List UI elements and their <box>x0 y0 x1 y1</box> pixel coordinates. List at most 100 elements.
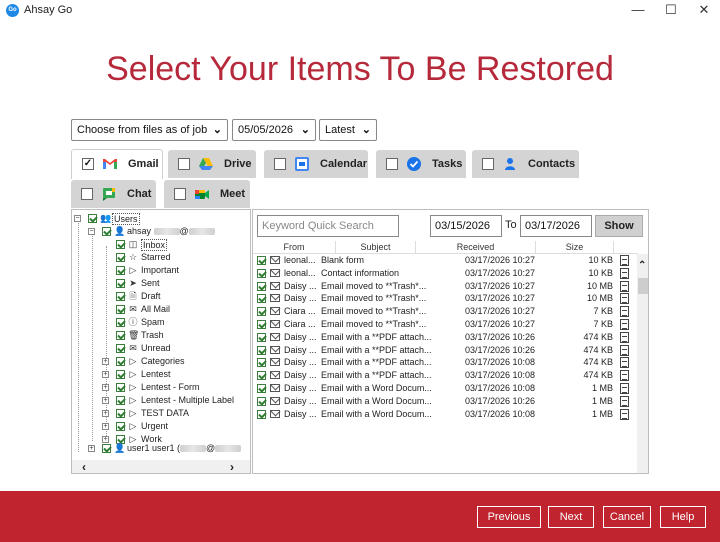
folder-checkbox[interactable] <box>116 422 125 431</box>
tab-drive[interactable]: Drive <box>168 150 256 178</box>
folder-checkbox[interactable] <box>116 279 125 288</box>
folder-checkbox[interactable] <box>116 253 125 262</box>
meet-checkbox[interactable] <box>174 188 186 200</box>
table-row[interactable]: Daisy ... Email moved to **Trash*... 03/17… <box>253 280 638 293</box>
scrollbar-thumb[interactable] <box>638 278 648 294</box>
row-checkbox[interactable] <box>257 294 266 304</box>
tasks-checkbox[interactable] <box>386 158 398 170</box>
drive-checkbox[interactable] <box>178 158 190 170</box>
tree-folder-lentest-form[interactable]: + ▷ Lentest - Form <box>102 381 247 394</box>
table-row[interactable]: Ciara ... Email moved to **Trash*... 03/17… <box>253 318 638 331</box>
scroll-right-icon[interactable]: › <box>230 460 234 473</box>
tree-folder-unread[interactable]: ✉ Unread <box>102 342 247 355</box>
row-checkbox[interactable] <box>257 396 266 406</box>
gmail-checkbox[interactable]: ✓ <box>82 158 94 170</box>
table-row[interactable]: Daisy ... Email with a Word Docum... 03/17… <box>253 408 638 421</box>
preview-icon[interactable] <box>620 293 629 305</box>
folder-checkbox[interactable] <box>116 240 125 249</box>
column-header-size[interactable]: Size <box>536 241 614 254</box>
expand-icon[interactable]: + <box>102 423 109 430</box>
folder-checkbox[interactable] <box>116 409 125 418</box>
cancel-button[interactable]: Cancel <box>603 506 651 528</box>
tree-folder-lentest-multiple-label[interactable]: + ▷ Lentest - Multiple Label <box>102 394 247 407</box>
user-checkbox[interactable] <box>102 227 111 236</box>
expand-icon[interactable]: + <box>102 410 109 417</box>
tree-row-user[interactable]: − 👤 ahsay @ <box>88 225 248 238</box>
version-select[interactable]: Latest ⌄ <box>319 119 377 141</box>
chat-checkbox[interactable] <box>81 188 93 200</box>
tree-folder-lentest[interactable]: + ▷ Lentest <box>102 368 247 381</box>
row-checkbox[interactable] <box>257 409 266 419</box>
table-row[interactable]: Daisy ... Email with a Word Docum... 03/17… <box>253 395 638 408</box>
folder-checkbox[interactable] <box>116 305 125 314</box>
expand-icon[interactable]: + <box>88 445 95 452</box>
table-row[interactable]: leonal... Contact information 03/17/2026 1… <box>253 267 638 280</box>
tree-folder-important[interactable]: ▷ Important <box>102 264 247 277</box>
collapse-icon[interactable]: − <box>88 228 95 235</box>
table-row[interactable]: Daisy ... Email with a Word Docum... 03/17… <box>253 382 638 395</box>
folder-checkbox[interactable] <box>116 331 125 340</box>
tree-folder-urgent[interactable]: + ▷ Urgent <box>102 420 247 433</box>
tree-row-users[interactable]: − 👥 Users <box>74 212 244 225</box>
expand-icon[interactable]: + <box>102 384 109 391</box>
preview-icon[interactable] <box>620 280 629 292</box>
scroll-up-icon[interactable]: ⌃ <box>638 260 646 271</box>
table-row[interactable]: Ciara ... Email moved to **Trash*... 03/17… <box>253 305 638 318</box>
folder-checkbox[interactable] <box>116 266 125 275</box>
folder-checkbox[interactable] <box>116 344 125 353</box>
tab-tasks[interactable]: Tasks <box>376 150 466 178</box>
job-select[interactable]: Choose from files as of job ⌄ <box>71 119 228 141</box>
tree-folder-trash[interactable]: 🗑 Trash <box>102 329 247 342</box>
collapse-icon[interactable]: − <box>74 215 81 222</box>
tab-meet[interactable]: Meet <box>164 180 250 208</box>
preview-icon[interactable] <box>620 370 629 382</box>
expand-icon[interactable]: + <box>102 397 109 404</box>
scroll-left-icon[interactable]: ‹ <box>82 460 86 473</box>
preview-icon[interactable] <box>620 408 629 420</box>
tab-contacts[interactable]: Contacts <box>472 150 579 178</box>
preview-icon[interactable] <box>620 383 629 394</box>
folder-checkbox[interactable] <box>116 357 125 366</box>
table-row[interactable]: Daisy ... Email with a **PDF attach... 03/… <box>253 356 638 369</box>
column-header-received[interactable]: Received <box>416 241 536 254</box>
tree-folder-test-data[interactable]: + ▷ TEST DATA <box>102 407 247 420</box>
close-icon[interactable]: ✕ <box>686 0 720 22</box>
previous-button[interactable]: Previous <box>477 506 541 528</box>
row-checkbox[interactable] <box>257 358 266 368</box>
maximize-icon[interactable]: ☐ <box>653 0 689 22</box>
preview-icon[interactable] <box>620 319 629 330</box>
row-checkbox[interactable] <box>257 281 266 291</box>
tree-folder-draft[interactable]: 🗎 Draft <box>102 290 247 303</box>
column-header-subject[interactable]: Subject <box>336 241 416 254</box>
preview-icon[interactable] <box>620 331 629 343</box>
user-checkbox[interactable] <box>102 444 111 453</box>
expand-icon[interactable]: + <box>102 358 109 365</box>
table-row[interactable]: Daisy ... Email moved to **Trash*... 03/17… <box>253 292 638 305</box>
preview-icon[interactable] <box>620 357 629 369</box>
row-checkbox[interactable] <box>257 256 266 265</box>
tree-horizontal-scrollbar[interactable]: ‹ › <box>72 460 250 473</box>
calendar-checkbox[interactable] <box>274 158 286 170</box>
tab-gmail[interactable]: ✓ Gmail <box>71 149 163 179</box>
tree-folder-inbox[interactable]: ◫ Inbox <box>102 238 247 251</box>
row-checkbox[interactable] <box>257 371 266 381</box>
row-checkbox[interactable] <box>257 268 266 278</box>
minimize-icon[interactable]: — <box>620 0 656 22</box>
folder-checkbox[interactable] <box>116 318 125 327</box>
to-date-field[interactable]: 03/17/2026 <box>520 215 592 237</box>
show-button[interactable]: Show <box>595 215 643 237</box>
row-checkbox[interactable] <box>257 320 266 329</box>
row-checkbox[interactable] <box>257 345 266 355</box>
tree-row-user[interactable]: + 👤 user1 user1 (@ <box>88 442 248 455</box>
next-button[interactable]: Next <box>548 506 594 528</box>
date-select[interactable]: 05/05/2026 ⌄ <box>232 119 316 141</box>
table-row[interactable]: Daisy ... Email with a **PDF attach... 03/… <box>253 369 638 382</box>
tree-folder-sent[interactable]: ➤ Sent <box>102 277 247 290</box>
folder-checkbox[interactable] <box>116 383 125 392</box>
tab-chat[interactable]: Chat <box>71 180 156 208</box>
folder-checkbox[interactable] <box>116 396 125 405</box>
folder-checkbox[interactable] <box>116 292 125 301</box>
column-header-from[interactable]: From <box>253 241 336 254</box>
preview-icon[interactable] <box>620 395 629 407</box>
preview-icon[interactable] <box>620 255 629 266</box>
